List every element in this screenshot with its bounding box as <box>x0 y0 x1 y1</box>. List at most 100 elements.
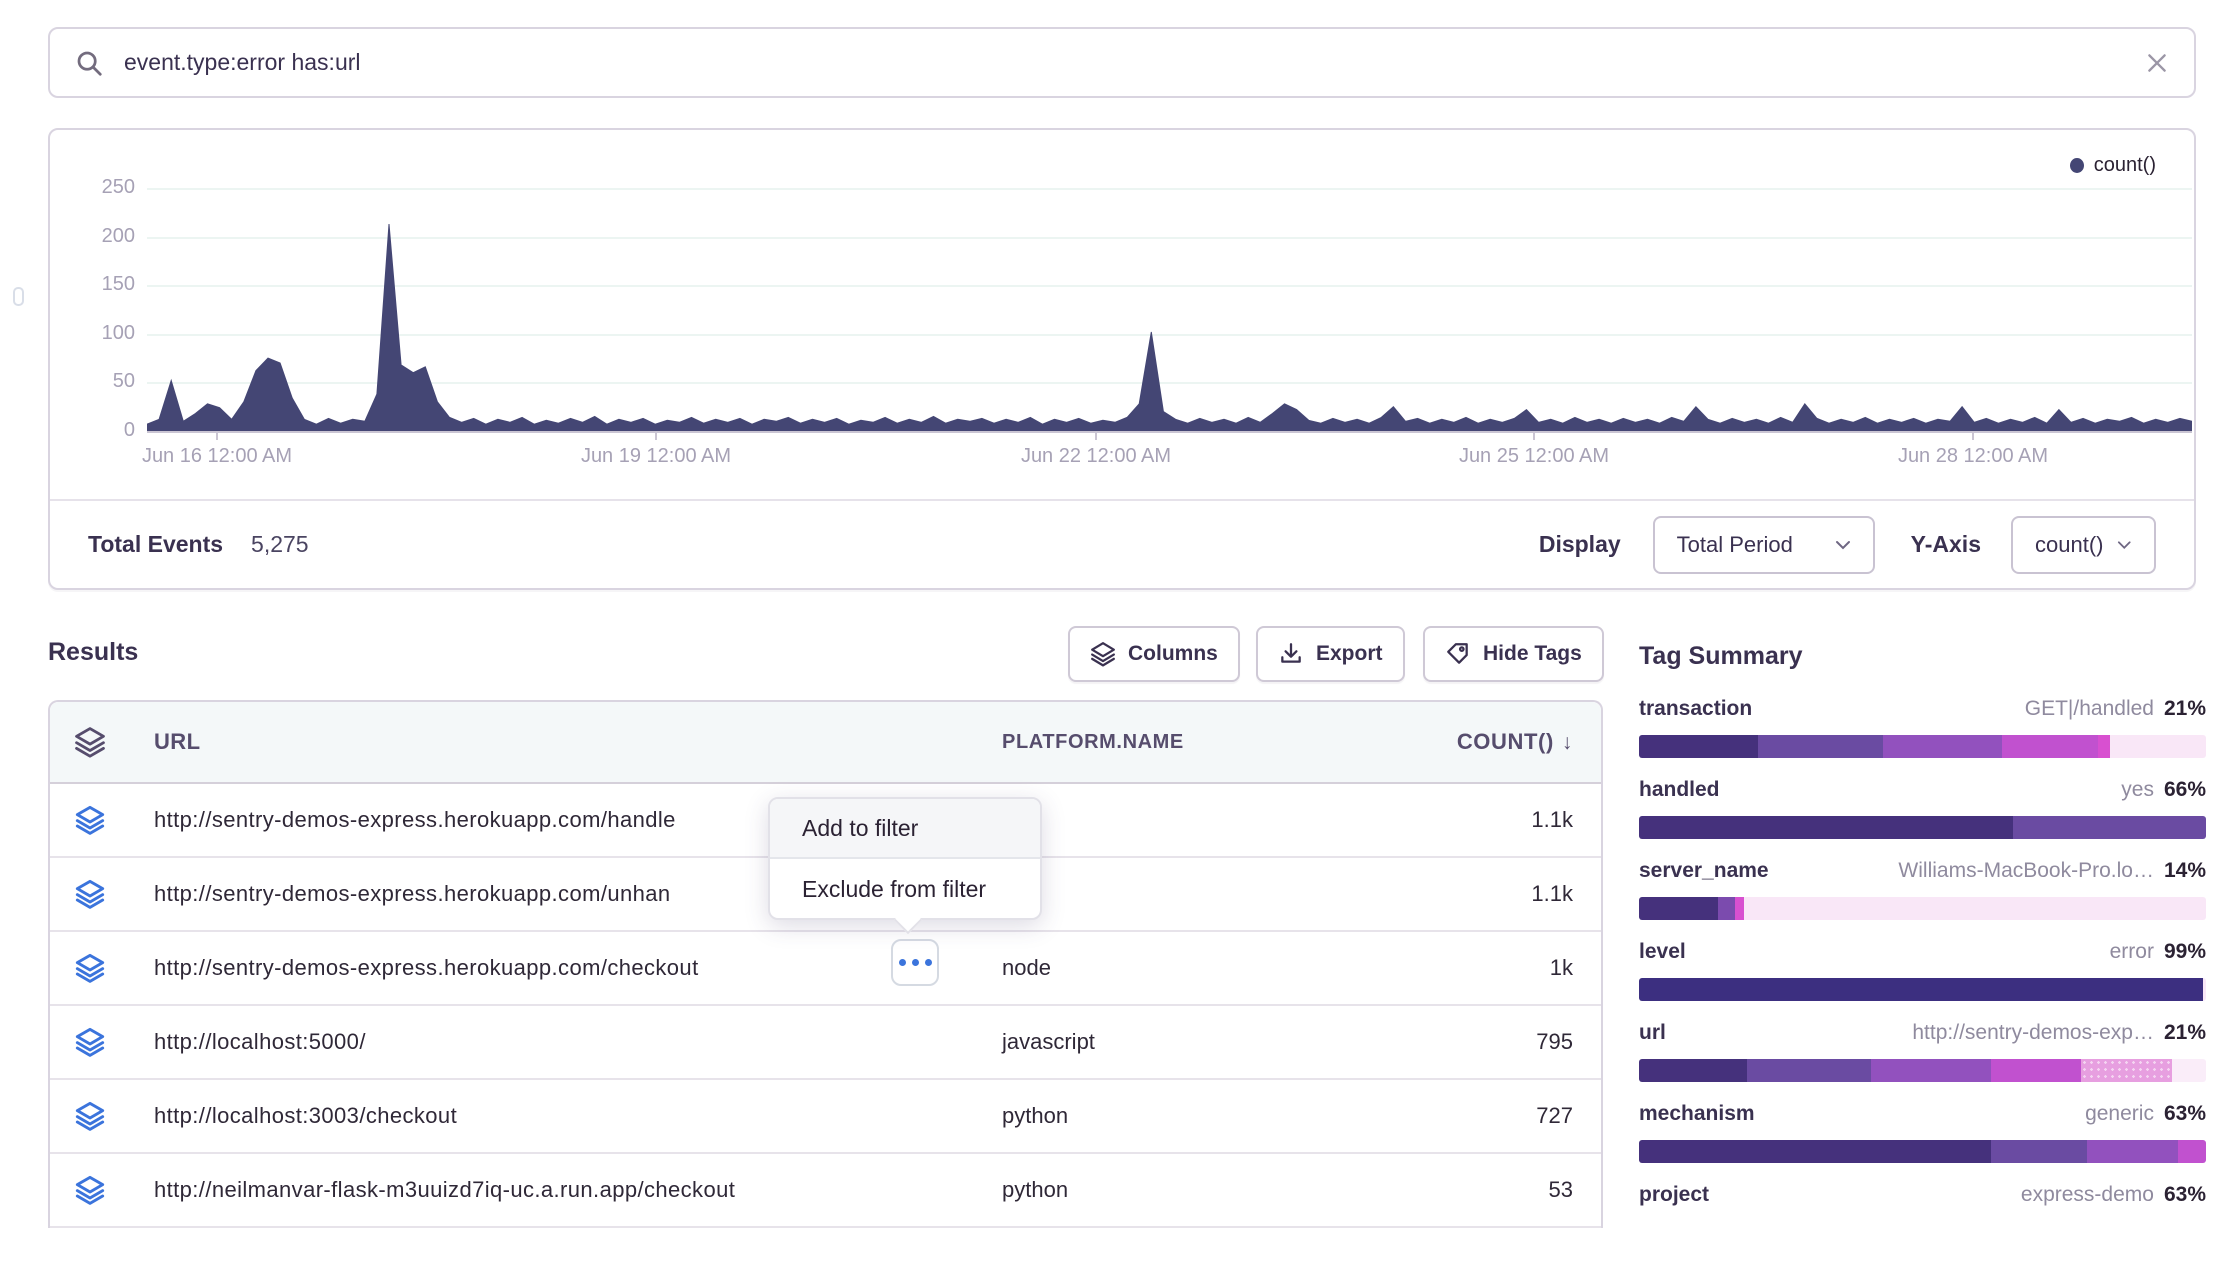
tag-summary-heading: Tag Summary <box>1639 642 2206 671</box>
display-dropdown[interactable]: Total Period <box>1653 516 1875 574</box>
platform-cell: javascript <box>1002 1029 1392 1055</box>
series-dot-icon <box>2070 158 2084 173</box>
tag-top-pct: 21% <box>2164 697 2206 721</box>
dot-icon <box>912 959 919 966</box>
cell-actions-menu: Add to filter Exclude from filter <box>768 797 1042 920</box>
tag-top-pct: 63% <box>2164 1183 2206 1207</box>
events-area-chart[interactable] <box>147 188 2192 431</box>
tag-distribution-bar[interactable] <box>1639 816 2206 839</box>
tag-row-mechanism: mechanism generic 63% <box>1639 1102 2206 1163</box>
tag-row-url: url http://sentry-demos-exp… 21% <box>1639 1021 2206 1082</box>
tag-top-value: error <box>2110 940 2154 964</box>
x-tick <box>216 431 218 440</box>
table-row[interactable]: http://neilmanvar-flask-m3uuizd7iq-uc.a.… <box>50 1154 1601 1228</box>
arrow-down-icon: ↓ <box>1562 731 1573 754</box>
tag-name: level <box>1639 940 1686 964</box>
stack-icon <box>50 1026 130 1058</box>
menu-item-add-to-filter[interactable]: Add to filter <box>770 799 1040 859</box>
tag-summary-panel: Tag Summary transaction GET|/handled 21%… <box>1639 642 2206 1264</box>
x-tick-label: Jun 22 12:00 AM <box>986 445 1206 468</box>
search-bar <box>48 27 2196 98</box>
tag-name: project <box>1639 1183 1709 1207</box>
tag-row-level: level error 99% <box>1639 940 2206 1001</box>
column-header-platform[interactable]: PLATFORM.NAME <box>1002 731 1392 754</box>
yaxis-dropdown[interactable]: count() <box>2011 516 2156 574</box>
yaxis-label: Y-Axis <box>1911 531 1981 558</box>
x-tick <box>655 431 657 440</box>
count-cell: 1.1k <box>1392 807 1605 833</box>
tag-distribution-bar[interactable] <box>1639 735 2206 758</box>
display-label: Display <box>1539 531 1621 558</box>
chevron-down-icon <box>1835 540 1851 550</box>
tag-row-project: project express-demo 63% <box>1639 1183 2206 1244</box>
layers-icon <box>73 725 107 759</box>
url-cell: http://sentry-demos-express.herokuapp.co… <box>130 955 1002 981</box>
dot-icon <box>925 959 932 966</box>
x-axis-line <box>147 431 2192 433</box>
tag-top-value: express-demo <box>2021 1183 2154 1207</box>
cell-actions-button[interactable] <box>891 939 939 986</box>
tag-name: server_name <box>1639 859 1769 883</box>
count-cell: 1k <box>1392 955 1605 981</box>
y-tick-label: 200 <box>75 225 135 248</box>
stack-icon <box>50 804 130 836</box>
tag-top-pct: 66% <box>2164 778 2206 802</box>
x-tick-label: Jun 28 12:00 AM <box>1863 445 2083 468</box>
stack-icon <box>50 1100 130 1132</box>
tag-top-value: GET|/handled <box>2025 697 2154 721</box>
table-header-row: URL PLATFORM.NAME COUNT()↓ <box>50 702 1601 784</box>
clear-search-button[interactable] <box>2144 50 2170 76</box>
count-cell: 1.1k <box>1392 881 1605 907</box>
search-icon <box>74 48 104 78</box>
y-tick-label: 250 <box>75 176 135 199</box>
chart-footer: Total Events 5,275 Display Total Period … <box>50 499 2194 588</box>
columns-button-label: Columns <box>1128 642 1218 666</box>
url-cell: http://neilmanvar-flask-m3uuizd7iq-uc.a.… <box>130 1177 1002 1203</box>
search-input[interactable] <box>124 49 2144 76</box>
tag-distribution-bar[interactable] <box>1639 1221 2206 1244</box>
stack-icon <box>50 952 130 984</box>
results-table: URL PLATFORM.NAME COUNT()↓ http://sentry… <box>48 700 1603 1228</box>
table-row[interactable]: http://sentry-demos-express.herokuapp.co… <box>50 932 1601 1006</box>
column-header-url[interactable]: URL <box>130 729 1002 755</box>
x-tick <box>1533 431 1535 440</box>
column-header-count[interactable]: COUNT()↓ <box>1392 729 1605 755</box>
layers-icon <box>1090 641 1116 667</box>
yaxis-dropdown-value: count() <box>2035 532 2103 558</box>
tag-name: url <box>1639 1021 1666 1045</box>
export-button[interactable]: Export <box>1256 626 1405 682</box>
dot-icon <box>899 959 906 966</box>
tag-row-transaction: transaction GET|/handled 21% <box>1639 697 2206 758</box>
tag-top-value: yes <box>2121 778 2154 802</box>
chart-legend[interactable]: count() <box>2070 154 2156 177</box>
tag-top-pct: 21% <box>2164 1021 2206 1045</box>
tag-top-pct: 63% <box>2164 1102 2206 1126</box>
hide-tags-button[interactable]: Hide Tags <box>1423 626 1604 682</box>
sidebar-collapse-handle[interactable] <box>13 287 24 306</box>
y-tick-label: 150 <box>75 273 135 296</box>
tag-top-value: generic <box>2085 1102 2154 1126</box>
tag-distribution-bar[interactable] <box>1639 897 2206 920</box>
tag-name: mechanism <box>1639 1102 1755 1126</box>
columns-button[interactable]: Columns <box>1068 626 1240 682</box>
tag-top-pct: 99% <box>2164 940 2206 964</box>
count-cell: 795 <box>1392 1029 1605 1055</box>
table-row[interactable]: http://localhost:5000/ javascript 795 <box>50 1006 1601 1080</box>
tag-distribution-bar[interactable] <box>1639 1140 2206 1163</box>
display-dropdown-value: Total Period <box>1677 532 1793 558</box>
stack-icon <box>50 1174 130 1206</box>
results-heading: Results <box>48 638 138 667</box>
tag-icon <box>1445 641 1471 667</box>
download-icon <box>1278 641 1304 667</box>
x-tick-label: Jun 19 12:00 AM <box>546 445 766 468</box>
stack-icon <box>50 878 130 910</box>
platform-cell: python <box>1002 1177 1392 1203</box>
table-row[interactable]: http://localhost:3003/checkout python 72… <box>50 1080 1601 1154</box>
events-chart-panel: count() 250 200 150 100 50 0 Jun 16 12:0… <box>48 128 2196 590</box>
url-cell: http://localhost:5000/ <box>130 1029 1002 1055</box>
tag-distribution-bar[interactable] <box>1639 1059 2206 1082</box>
tag-distribution-bar[interactable] <box>1639 978 2206 1001</box>
platform-cell: python <box>1002 1103 1392 1129</box>
column-settings-icon[interactable] <box>50 725 130 759</box>
tag-top-value: http://sentry-demos-exp… <box>1912 1021 2154 1045</box>
